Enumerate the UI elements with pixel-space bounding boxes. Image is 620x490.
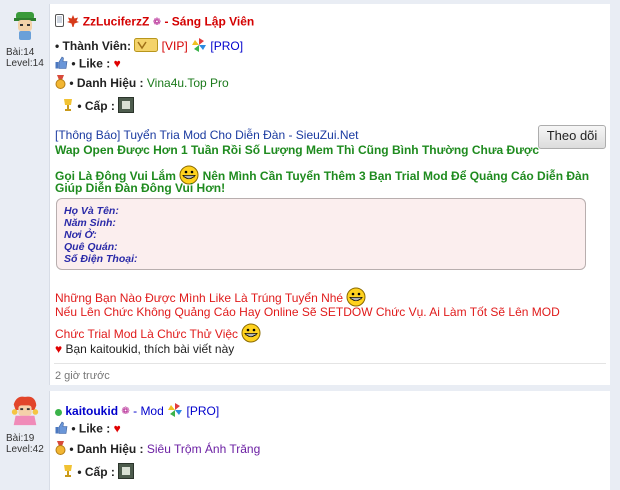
red-line-1: Những Bạn Nào Được Mình Like Là Trúng Tu… — [55, 291, 344, 306]
form-field-residence: Nơi Ở: — [64, 229, 97, 241]
thumbs-up-icon — [55, 421, 68, 438]
post-count: Bài:19 — [6, 433, 35, 444]
title-value: Siêu Trộm Ánh Trăng — [146, 442, 261, 457]
rank-icon — [118, 463, 135, 483]
pro-label: [PRO] — [210, 39, 244, 54]
application-form-box: Họ Và Tên: Năm Sinh: Nơi Ở: Quê Quán: Số… — [56, 198, 586, 270]
post-card: kaitoukid ❁ - Mod [PRO] • Like : ♥ • Dan… — [49, 391, 610, 490]
body-line-3: Giúp Diễn Đàn Đông Vui Hơn! — [55, 181, 226, 195]
post-count: Bài:14 — [6, 47, 35, 58]
thumbs-up-icon — [55, 56, 68, 73]
maple-leaf-icon — [67, 14, 80, 31]
form-field-phone: Số Điện Thoại: — [64, 253, 138, 265]
post-card: ZzLuciferzZ ❁ - Sáng Lập Viên • Thành Vi… — [49, 4, 610, 385]
like-label: • Like : — [71, 56, 111, 71]
vip-label: [VIP] — [161, 39, 188, 54]
trophy-icon — [62, 98, 74, 116]
level: Level:14 — [6, 58, 44, 69]
heart-icon: ♥ — [113, 56, 121, 71]
author-column: Bài:19 Level:42 — [0, 385, 48, 490]
flower-badge-icon: ❁ — [121, 406, 130, 418]
body-line-1: Wap Open Được Hơn 1 Tuần Rồi Số Lượng Me… — [55, 143, 540, 157]
post-1: Bài:14 Level:14 ZzLuciferzZ ❁ - Sáng Lập… — [0, 0, 620, 385]
body-line-2b: Nên Mình Cần Tuyển Thêm 3 Bạn Trial Mod … — [202, 169, 590, 184]
pinwheel-icon — [167, 402, 183, 422]
rank-icon — [118, 97, 135, 117]
username[interactable]: kaitoukid — [65, 404, 118, 418]
title-label: • Danh Hiệu : — [69, 442, 144, 457]
medal-icon — [55, 75, 66, 93]
rank-label: • Cấp : — [77, 99, 115, 114]
form-field-name: Họ Và Tên: — [64, 205, 119, 217]
post-2: Bài:19 Level:42 kaitoukid ❁ - Mod [PRO] … — [0, 385, 620, 490]
divider — [54, 363, 606, 364]
form-field-hometown: Quê Quán: — [64, 241, 118, 253]
pro-label: [PRO] — [186, 404, 220, 419]
mobile-icon — [55, 14, 64, 31]
medal-icon — [55, 441, 66, 459]
like-label: • Like : — [71, 421, 111, 436]
user-role: - Mod — [133, 404, 164, 419]
online-status-icon — [55, 408, 62, 416]
member-label: • Thành Viên: — [55, 39, 131, 54]
avatar[interactable] — [10, 10, 40, 42]
vip-card-icon — [134, 38, 159, 56]
grin-emoji-icon — [241, 323, 261, 347]
flower-badge-icon: ❁ — [152, 16, 162, 28]
avatar[interactable] — [10, 395, 40, 427]
red-line-3: Chức Trial Mod Là Chức Thử Việc — [55, 327, 239, 342]
trophy-icon — [62, 464, 74, 482]
form-field-birth-year: Năm Sinh: — [64, 217, 116, 229]
follow-button[interactable]: Theo dõi — [538, 125, 606, 149]
announcement-link[interactable]: [Thông Báo] Tuyển Tria Mod Cho Diễn Đàn … — [55, 128, 359, 143]
user-role: Sáng Lập Viên — [171, 14, 255, 29]
pinwheel-icon — [191, 37, 207, 57]
username[interactable]: ZzLuciferzZ — [83, 15, 150, 29]
title-label: • Danh Hiệu : — [69, 76, 144, 91]
rank-label: • Cấp : — [77, 465, 115, 480]
post-timestamp: 2 giờ trước — [55, 370, 110, 382]
level: Level:42 — [6, 444, 44, 455]
title-value: Vina4u.Top Pro — [146, 76, 229, 91]
red-line-2: Nếu Lên Chức Không Quảng Cáo Hay Online … — [55, 305, 560, 319]
heart-icon: ♥ — [55, 342, 63, 356]
heart-icon: ♥ — [113, 421, 121, 436]
author-column: Bài:14 Level:14 — [0, 0, 48, 385]
liked-by-text[interactable]: Bạn kaitoukid, thích bài viết này — [65, 342, 234, 356]
